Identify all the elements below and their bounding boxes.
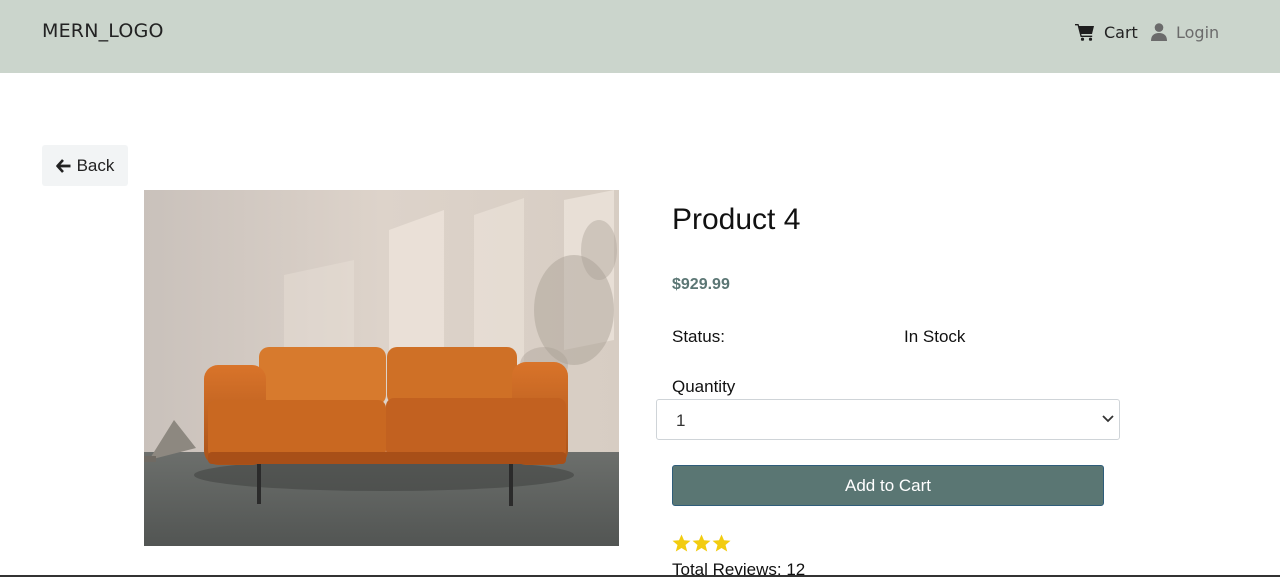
quantity-select[interactable]: 1 (656, 399, 1120, 440)
product-price: $929.99 (672, 276, 730, 293)
user-icon (1151, 23, 1167, 41)
chevron-down-icon (1102, 415, 1114, 423)
nav-cart-link[interactable]: Cart (1075, 20, 1138, 44)
status-label: Status: (672, 327, 725, 346)
star-icon (692, 534, 711, 552)
product-image (144, 190, 619, 546)
star-icon (672, 534, 691, 552)
nav-login-link[interactable]: Login (1151, 20, 1219, 44)
quantity-selected-value: 1 (676, 411, 686, 430)
navbar: MERN_LOGO Cart Login (0, 0, 1280, 73)
product-title: Product 4 (672, 203, 801, 236)
arrow-left-icon (55, 158, 71, 173)
shopping-cart-icon (1075, 24, 1094, 41)
back-button-label: Back (76, 155, 115, 175)
quantity-label: Quantity (672, 377, 736, 396)
nav-login-label: Login (1176, 22, 1220, 42)
status-value: In Stock (904, 327, 966, 346)
brand-logo[interactable]: MERN_LOGO (42, 20, 164, 42)
nav-cart-label: Cart (1104, 22, 1138, 42)
rating-stars (672, 534, 731, 552)
add-to-cart-button[interactable]: Add to Cart (672, 465, 1104, 506)
star-icon (712, 534, 731, 552)
back-button[interactable]: Back (42, 145, 128, 186)
